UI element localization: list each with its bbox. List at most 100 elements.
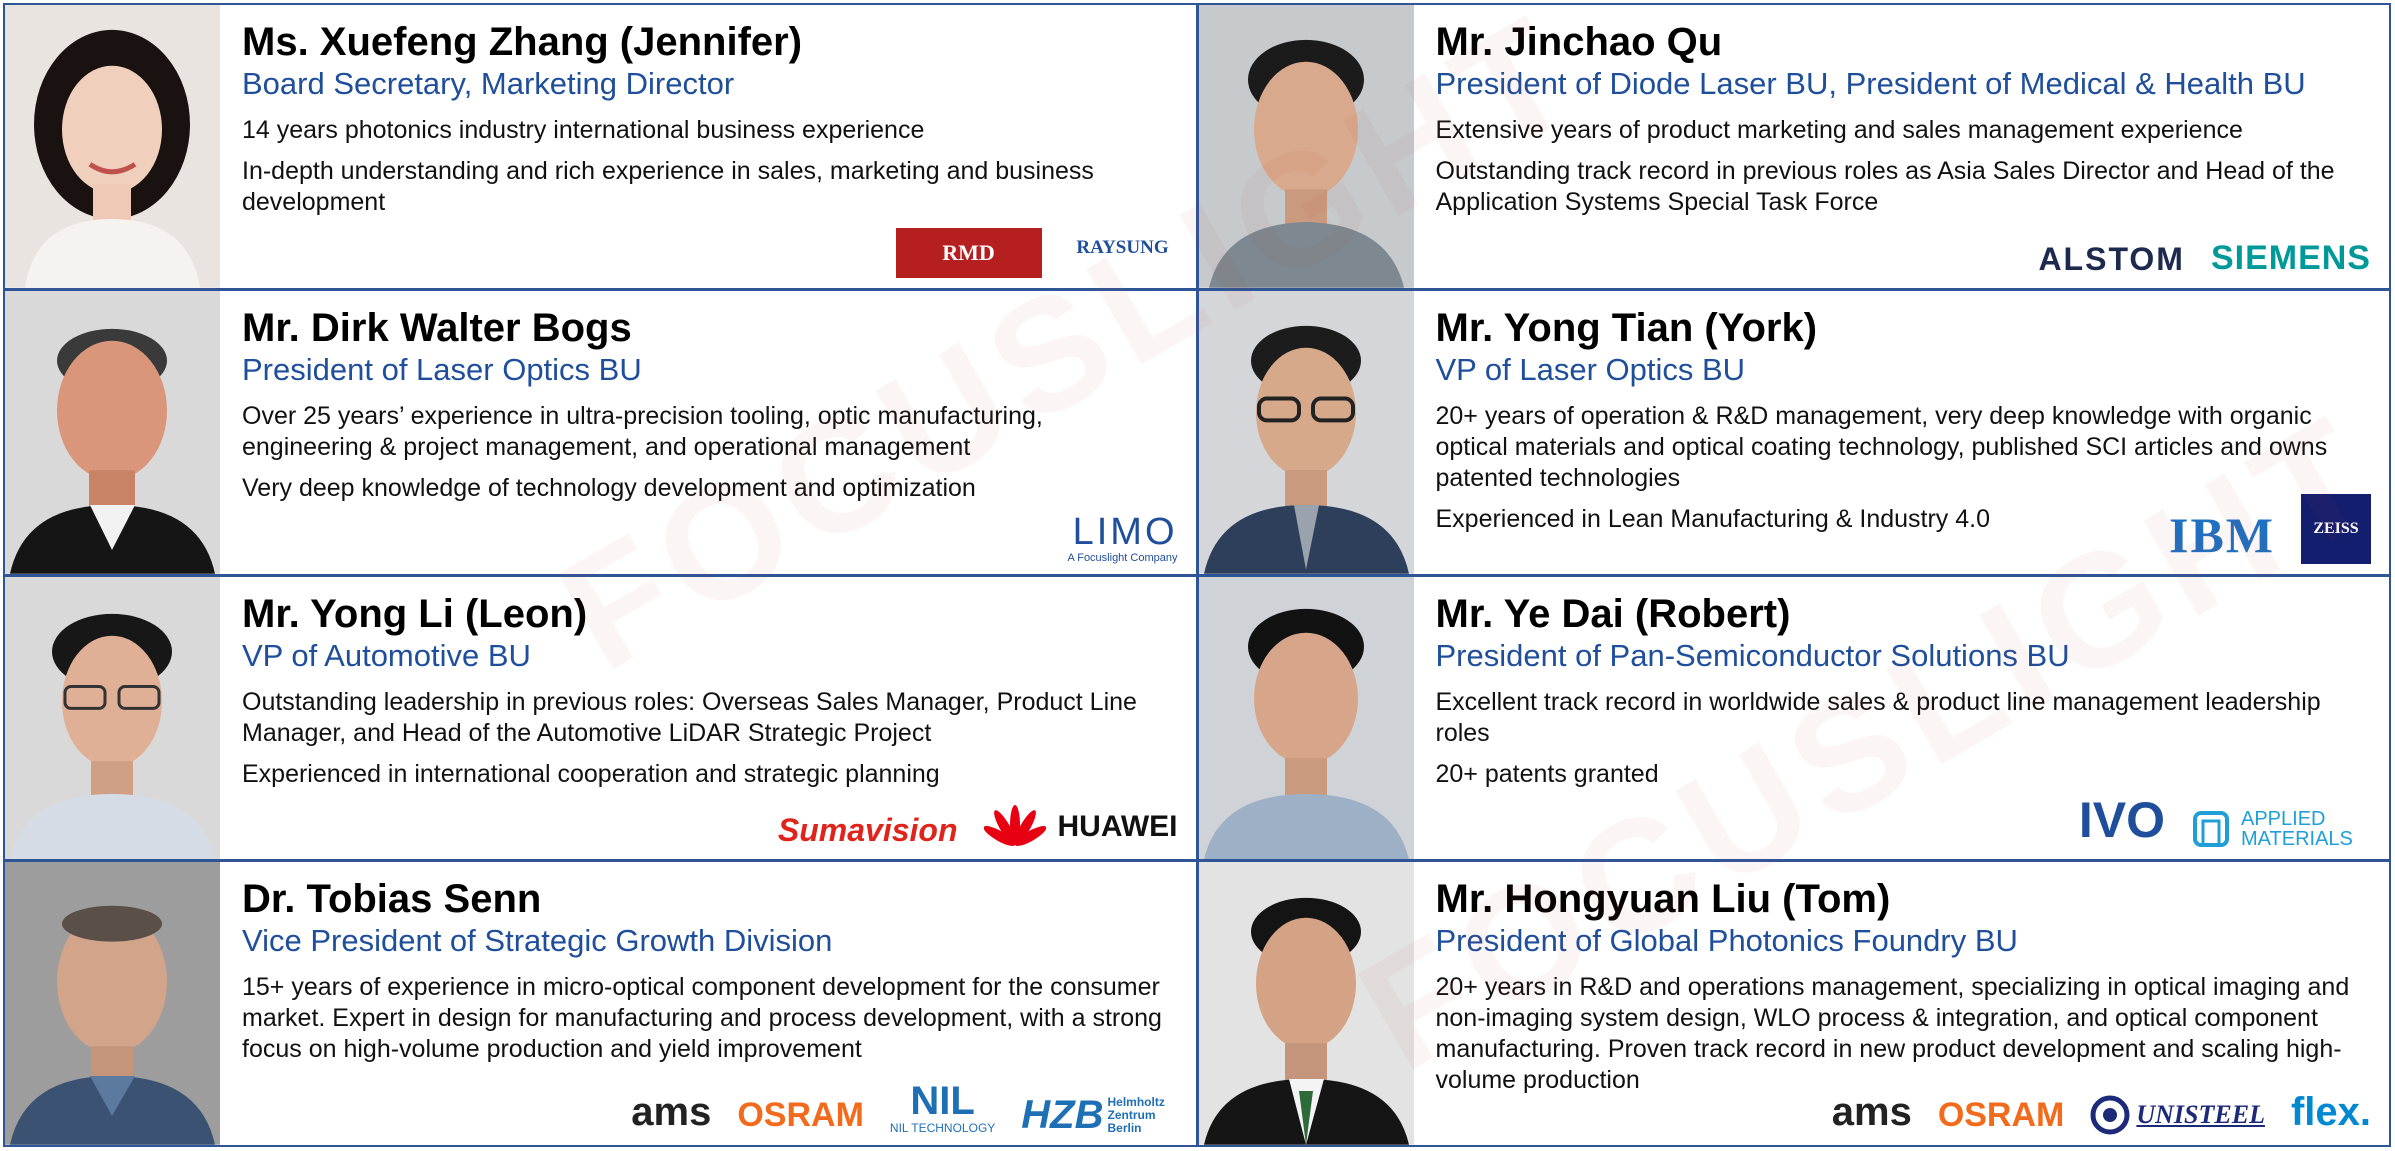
- person-info: Mr. Hongyuan Liu (Tom) President of Glob…: [1414, 862, 2390, 1145]
- company-logos: IVO APPLIED MATERIALS: [2079, 791, 2371, 849]
- nil-logo-subtext: NIL TECHNOLOGY: [889, 1121, 996, 1135]
- zeiss-logo: ZEISS: [2301, 493, 2371, 564]
- bio-item: Extensive years of product marketing and…: [1435, 116, 2243, 144]
- company-logos: ALSTOM SIEMENS: [2038, 239, 2371, 278]
- bio-item: Very deep knowledge of technology develo…: [242, 473, 976, 502]
- applied-materials-logo: APPLIED MATERIALS: [2191, 809, 2371, 849]
- bio-item: 20+ years in R&D and operations manageme…: [1435, 973, 2350, 1095]
- applied-materials-icon: [2191, 809, 2231, 849]
- person-title: President of Laser Optics BU: [242, 351, 642, 387]
- person-title: President of Diode Laser BU, President o…: [1435, 66, 2306, 101]
- limo-logo-text: LIMO: [1072, 510, 1178, 553]
- person-name: Mr. Jinchao Qu: [1435, 20, 1723, 64]
- company-logos: Sumavision HUAWEI: [778, 805, 1178, 849]
- siemens-logo: SIEMENS: [2211, 239, 2371, 278]
- osram-logo-text: OSRAM: [1937, 1096, 2065, 1134]
- flex-logo-text: flex.: [2290, 1090, 2371, 1134]
- person-info: Dr. Tobias Senn Vice President of Strate…: [220, 862, 1196, 1145]
- person-name: Mr. Dirk Walter Bogs: [242, 305, 632, 350]
- person-info: Mr. Ye Dai (Robert) President of Pan-Sem…: [1414, 577, 2390, 860]
- huawei-logo: HUAWEI: [983, 805, 1178, 849]
- bio-item: Excellent track record in worldwide sale…: [1435, 687, 2321, 747]
- person-title: President of Global Photonics Foundry BU: [1435, 923, 2018, 959]
- person-card: Mr. Dirk Walter Bogs President of Laser …: [3, 288, 1198, 576]
- bio-item: 14 years photonics industry internationa…: [242, 116, 925, 144]
- raysung-logo: RAYSUNG: [1068, 218, 1178, 278]
- bio-item: Over 25 years’ experience in ultra-preci…: [242, 401, 1043, 461]
- person-card: Mr. Hongyuan Liu (Tom) President of Glob…: [1196, 860, 2391, 1147]
- alstom-logo: ALSTOM: [2038, 241, 2185, 278]
- bio-item: 20+ years of operation & R&D management,…: [1435, 401, 2328, 492]
- person-info: Mr. Yong Tian (York) VP of Laser Optics …: [1414, 291, 2390, 574]
- portrait-photo: [1198, 576, 1414, 860]
- leadership-grid: Ms. Xuefeng Zhang (Jennifer) Board Secre…: [3, 3, 2391, 1147]
- alstom-logo-text: ALSTOM: [2038, 240, 2185, 277]
- bio-item: Experienced in international cooperation…: [242, 759, 940, 788]
- limo-logo-subtext: A Focuslight Company: [1067, 551, 1178, 564]
- person-card: Mr. Ye Dai (Robert) President of Pan-Sem…: [1196, 574, 2391, 862]
- person-title: Board Secretary, Marketing Director: [242, 66, 735, 101]
- nil-technology-logo: NIL NIL TECHNOLOGY: [890, 1081, 995, 1135]
- company-logos: LIMO A Focuslight Company: [1067, 512, 1177, 564]
- portrait-photo: [1198, 5, 1414, 288]
- person-name: Mr. Ye Dai (Robert): [1435, 591, 1791, 636]
- company-logos: RMD RAYSUNG: [895, 218, 1178, 278]
- portrait-photo: [1198, 290, 1414, 574]
- unisteel-circle-icon: [2090, 1095, 2130, 1135]
- person-info: Ms. Xuefeng Zhang (Jennifer) Board Secre…: [220, 5, 1196, 288]
- rmd-logo-text: RMD: [942, 239, 995, 265]
- company-logos: IBM ZEISS: [2169, 493, 2371, 564]
- bio-item: 20+ patents granted: [1435, 759, 1659, 788]
- raysung-logo-text: RAYSUNG: [1076, 236, 1169, 258]
- rmd-logo: RMD: [895, 227, 1042, 278]
- portrait-photo: [1198, 862, 1414, 1145]
- huawei-flower-icon: [983, 805, 1046, 849]
- flex-logo: flex.: [2291, 1090, 2371, 1135]
- bio-item: Outstanding leadership in previous roles…: [242, 687, 1137, 747]
- ams-logo-text: ams: [1831, 1090, 1912, 1134]
- portrait-photo: [5, 576, 220, 860]
- ams-logo: ams: [631, 1090, 711, 1135]
- bio-item: Outstanding track record in previous rol…: [1435, 157, 2335, 216]
- portrait-photo: [5, 862, 220, 1145]
- ams-logo-text: ams: [631, 1090, 712, 1134]
- ibm-logo-text: IBM: [2169, 506, 2275, 563]
- person-title: Vice President of Strategic Growth Divis…: [242, 923, 833, 959]
- hzb-logo: HZB Helmholtz Zentrum Berlin: [1021, 1095, 1177, 1135]
- person-card: Mr. Yong Li (Leon) VP of Automotive BU O…: [3, 574, 1198, 862]
- person-info: Mr. Jinchao Qu President of Diode Laser …: [1414, 5, 2390, 288]
- osram-logo-text: OSRAM: [737, 1096, 864, 1134]
- unisteel-logo: UNISTEEL: [2090, 1095, 2265, 1135]
- portrait-photo: [5, 5, 220, 288]
- applied-materials-text: APPLIED MATERIALS: [2241, 808, 2353, 851]
- person-name: Dr. Tobias Senn: [242, 877, 542, 922]
- person-name: Mr. Yong Li (Leon): [242, 591, 588, 636]
- company-logos: ams OSRAM UNISTEEL flex.: [1832, 1090, 2371, 1135]
- person-name: Mr. Hongyuan Liu (Tom): [1435, 877, 1891, 922]
- hzb-logo-text: HZB: [1021, 1093, 1104, 1137]
- bio-item: In-depth understanding and rich experien…: [242, 157, 1094, 216]
- sumavision-logo: Sumavision: [778, 812, 958, 849]
- person-info: Mr. Dirk Walter Bogs President of Laser …: [220, 291, 1196, 574]
- unisteel-logo-text: UNISTEEL: [2136, 1100, 2265, 1129]
- bio-item: 15+ years of experience in micro-optical…: [242, 973, 1162, 1064]
- nil-logo-text: NIL: [910, 1079, 975, 1123]
- person-name: Mr. Yong Tian (York): [1435, 305, 1818, 350]
- osram-logo: OSRAM: [1938, 1096, 2065, 1135]
- siemens-logo-text: SIEMENS: [2210, 238, 2371, 277]
- zeiss-logo-text: ZEISS: [2313, 519, 2359, 537]
- limo-logo: LIMO A Focuslight Company: [1067, 512, 1177, 564]
- person-title: VP of Laser Optics BU: [1435, 351, 1746, 387]
- person-card: Mr. Yong Tian (York) VP of Laser Optics …: [1196, 288, 2391, 576]
- huawei-logo-text: HUAWEI: [1057, 810, 1178, 844]
- portrait-photo: [5, 290, 220, 574]
- osram-logo: OSRAM: [737, 1096, 864, 1135]
- ivo-logo: IVO: [2079, 791, 2165, 849]
- person-card: Ms. Xuefeng Zhang (Jennifer) Board Secre…: [3, 3, 1198, 290]
- person-card: Mr. Jinchao Qu President of Diode Laser …: [1196, 3, 2391, 290]
- person-card: Dr. Tobias Senn Vice President of Strate…: [3, 860, 1198, 1147]
- person-name: Ms. Xuefeng Zhang (Jennifer): [242, 20, 803, 64]
- company-logos: ams OSRAM NIL NIL TECHNOLOGY HZB Helmhol…: [631, 1081, 1177, 1135]
- hzb-logo-subtext: Helmholtz Zentrum Berlin: [1107, 1095, 1165, 1135]
- ivo-logo-text: IVO: [2078, 792, 2165, 849]
